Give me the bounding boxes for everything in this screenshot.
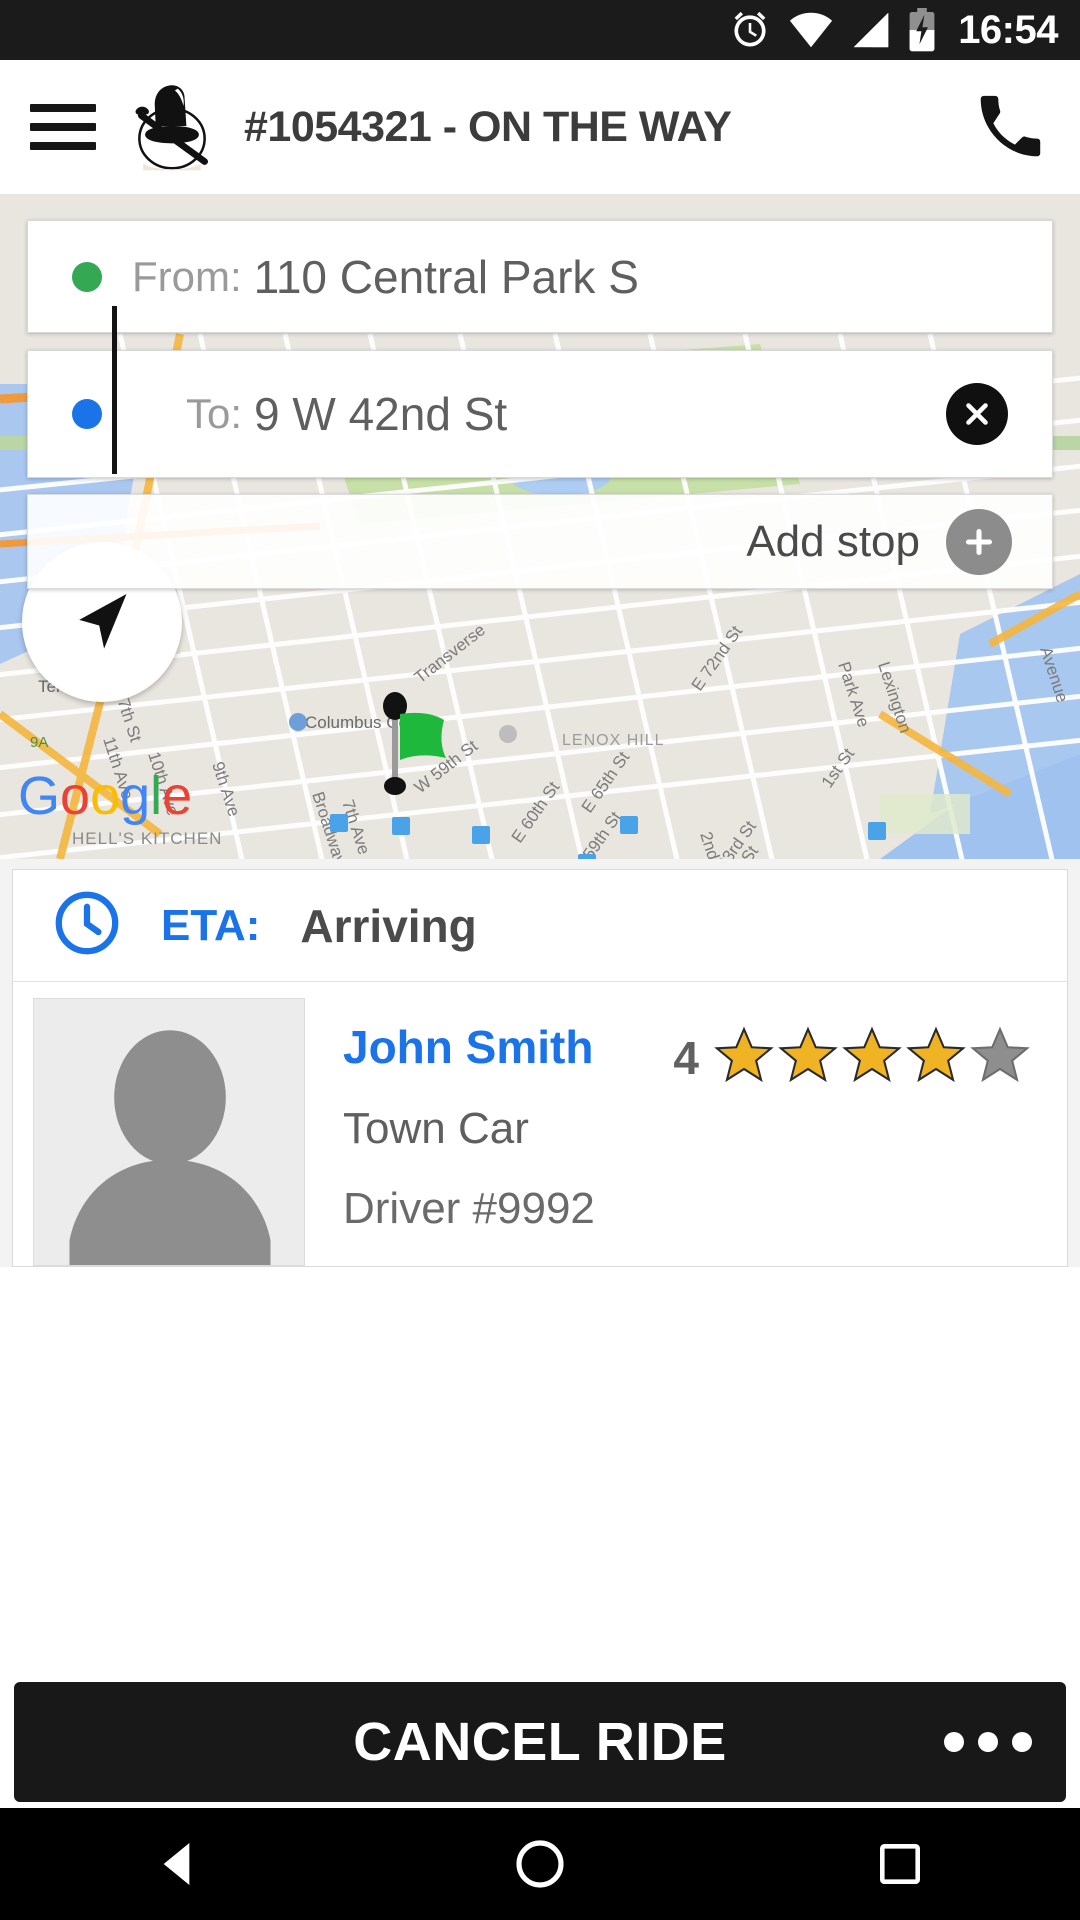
destination-dot-icon <box>72 399 102 429</box>
page-title: #1054321 - ON THE WAY <box>244 102 732 151</box>
google-logo: Google <box>18 766 204 833</box>
signal-icon <box>850 10 892 50</box>
svg-text:9A: 9A <box>30 734 48 751</box>
app-bar: #1054321 - ON THE WAY <box>0 60 1080 194</box>
add-stop-label: Add stop <box>746 516 920 566</box>
back-triangle-icon[interactable] <box>90 1836 270 1892</box>
close-x-icon[interactable] <box>946 383 1008 445</box>
svg-text:LENOX HILL: LENOX HILL <box>562 732 664 749</box>
star-icon <box>713 1024 775 1091</box>
rating-widget: 4 <box>673 1024 1031 1091</box>
cancel-ride-button[interactable]: CANCEL RIDE <box>14 1682 1066 1802</box>
driver-info: John Smith Town Car Driver #9992 4 <box>305 998 1067 1266</box>
phone-icon[interactable] <box>970 87 1050 167</box>
eta-row: ETA: Arriving <box>13 870 1067 982</box>
star-icon <box>777 1024 839 1091</box>
route-connector-line <box>112 306 117 474</box>
wifi-icon <box>788 10 834 50</box>
origin-address: 110 Central Park S <box>253 250 639 303</box>
destination-address-card[interactable]: To: 9 W 42nd St <box>27 350 1053 478</box>
eta-value: Arriving <box>300 899 477 952</box>
add-stop-row[interactable]: Add stop <box>27 494 1053 589</box>
vehicle-type: Town Car <box>343 1104 529 1153</box>
top-hat-cane-logo <box>124 79 220 175</box>
android-navigation-bar <box>0 1808 1080 1920</box>
svg-text:Google: Google <box>18 766 192 826</box>
ride-info-card: ETA: Arriving John Smith Town Car Driver… <box>12 869 1068 1267</box>
origin-label: From: <box>132 252 242 300</box>
star-icon-empty <box>969 1024 1031 1091</box>
status-bar-clock: 16:54 <box>958 8 1058 52</box>
clock-icon <box>51 887 123 964</box>
star-icon <box>841 1024 903 1091</box>
home-circle-icon[interactable] <box>450 1836 630 1892</box>
eta-label: ETA: <box>161 900 261 950</box>
hamburger-menu-icon[interactable] <box>30 104 96 150</box>
ride-details-panel: ETA: Arriving John Smith Town Car Driver… <box>0 859 1080 1267</box>
rating-value: 4 <box>673 1031 699 1084</box>
origin-address-card[interactable]: From: 110 Central Park S <box>27 220 1053 333</box>
origin-dot-icon <box>72 261 102 292</box>
plus-icon[interactable] <box>946 508 1012 575</box>
destination-address: 9 W 42nd St <box>254 388 508 440</box>
alarm-icon <box>728 8 772 52</box>
battery-charging-icon <box>908 8 936 52</box>
overflow-dots-icon[interactable] <box>944 1732 1032 1752</box>
route-overlay: From: 110 Central Park S To: 9 W 42nd St… <box>27 220 1053 589</box>
map-view[interactable]: of Natural History Terminal 5 Columbus C… <box>0 194 1080 859</box>
cancel-ride-label: CANCEL RIDE <box>353 1712 727 1772</box>
destination-label: To: <box>186 390 243 437</box>
driver-row[interactable]: John Smith Town Car Driver #9992 4 <box>13 982 1067 1266</box>
star-icon <box>905 1024 967 1091</box>
recents-square-icon[interactable] <box>810 1839 990 1889</box>
star-rating <box>713 1024 1031 1091</box>
person-placeholder-avatar <box>33 998 305 1266</box>
driver-id: Driver #9992 <box>343 1184 595 1233</box>
status-bar: 16:54 <box>0 0 1080 60</box>
